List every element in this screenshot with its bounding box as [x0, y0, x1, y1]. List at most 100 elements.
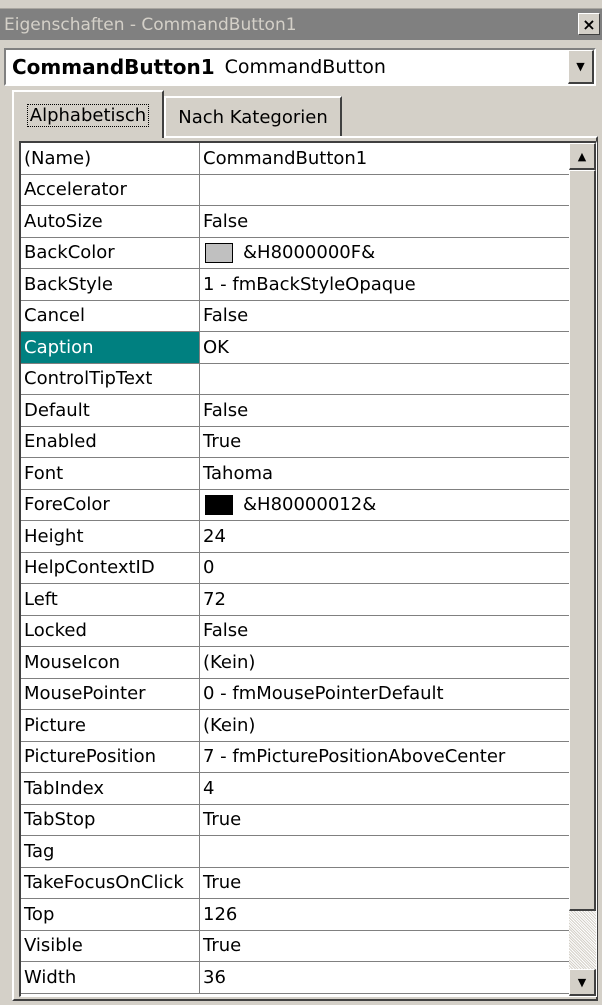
property-value[interactable]: True — [200, 427, 570, 458]
property-value-text: 72 — [203, 588, 226, 610]
property-value[interactable]: 0 — [200, 553, 570, 584]
property-name[interactable]: Cancel — [21, 300, 200, 331]
property-row[interactable]: BackColor &H8000000F& — [21, 237, 570, 269]
object-selector-dropdown-button[interactable]: ▼ — [568, 50, 594, 84]
property-value-text: 4 — [203, 777, 215, 799]
property-value[interactable]: &H80000012& — [200, 490, 570, 521]
property-name[interactable]: (Name) — [21, 143, 200, 174]
title-bar[interactable]: Eigenschaften - CommandButton1 × — [0, 9, 602, 40]
property-row[interactable]: TabStop True — [21, 804, 570, 836]
property-value[interactable]: 0 - fmMousePointerDefault — [200, 679, 570, 710]
property-name[interactable]: Tag — [21, 836, 200, 867]
property-value[interactable]: False — [200, 206, 570, 237]
property-row[interactable]: Width 36 — [21, 962, 570, 994]
property-value[interactable]: 36 — [200, 962, 570, 993]
close-button[interactable]: × — [578, 13, 600, 35]
property-row[interactable]: Cancel False — [21, 300, 570, 332]
property-name[interactable]: HelpContextID — [21, 552, 200, 583]
property-value-text: 36 — [203, 966, 226, 988]
tab-alphabetisch[interactable]: Alphabetisch — [12, 90, 164, 138]
property-row[interactable]: Left 72 — [21, 584, 570, 616]
property-name[interactable]: Enabled — [21, 426, 200, 457]
property-row[interactable]: Accelerator — [21, 174, 570, 206]
property-value[interactable]: False — [200, 301, 570, 332]
scroll-thumb[interactable] — [569, 170, 596, 911]
property-name[interactable]: TabStop — [21, 804, 200, 835]
property-value[interactable]: 7 - fmPicturePositionAboveCenter — [200, 742, 570, 773]
property-value[interactable]: OK — [200, 332, 570, 363]
property-value[interactable]: True — [200, 931, 570, 962]
property-name[interactable]: Picture — [21, 710, 200, 741]
property-name[interactable]: Left — [21, 584, 200, 615]
property-row[interactable]: BackStyle 1 - fmBackStyleOpaque — [21, 269, 570, 301]
property-value[interactable]: 72 — [200, 584, 570, 615]
close-icon: × — [582, 14, 596, 34]
property-row[interactable]: AutoSize False — [21, 206, 570, 238]
property-value-text: CommandButton1 — [203, 147, 368, 169]
property-name[interactable]: MouseIcon — [21, 647, 200, 678]
property-row[interactable]: HelpContextID 0 — [21, 552, 570, 584]
property-name[interactable]: BackStyle — [21, 269, 200, 300]
property-row[interactable]: PicturePosition 7 - fmPicturePositionAbov… — [21, 741, 570, 773]
property-row[interactable]: Caption OK — [21, 332, 570, 364]
property-name[interactable]: TabIndex — [21, 773, 200, 804]
property-value-text: True — [203, 935, 242, 957]
property-value[interactable]: (Kein) — [200, 710, 570, 741]
property-name[interactable]: Top — [21, 899, 200, 930]
property-value[interactable]: False — [200, 616, 570, 647]
vertical-scrollbar[interactable]: ▲ ▼ — [569, 143, 596, 996]
property-name[interactable]: ControlTipText — [21, 363, 200, 394]
property-value[interactable] — [200, 364, 570, 395]
property-row[interactable]: MouseIcon (Kein) — [21, 647, 570, 679]
scroll-down-button[interactable]: ▼ — [569, 969, 596, 996]
property-row[interactable]: Locked False — [21, 615, 570, 647]
property-row[interactable]: Tag — [21, 836, 570, 868]
property-row[interactable]: Enabled True — [21, 426, 570, 458]
property-row[interactable]: ControlTipText — [21, 363, 570, 395]
property-name[interactable]: PicturePosition — [21, 741, 200, 772]
property-row[interactable]: MousePointer 0 - fmMousePointerDefault — [21, 678, 570, 710]
property-row[interactable]: Height 24 — [21, 521, 570, 553]
property-value[interactable]: 4 — [200, 773, 570, 804]
property-name[interactable]: Height — [21, 521, 200, 552]
object-selector[interactable]: CommandButton1 CommandButton ▼ — [4, 48, 596, 86]
property-name[interactable]: Visible — [21, 930, 200, 961]
property-name[interactable]: Width — [21, 962, 200, 993]
property-value-text: 1 - fmBackStyleOpaque — [203, 273, 416, 295]
property-value[interactable]: Tahoma — [200, 458, 570, 489]
property-row[interactable]: (Name) CommandButton1 — [21, 143, 570, 175]
property-row[interactable]: TakeFocusOnClick True — [21, 867, 570, 899]
property-name[interactable]: TakeFocusOnClick — [21, 867, 200, 898]
property-name[interactable]: Font — [21, 458, 200, 489]
property-name[interactable]: MousePointer — [21, 678, 200, 709]
property-name[interactable]: Accelerator — [21, 174, 200, 205]
property-value[interactable]: False — [200, 395, 570, 426]
property-value[interactable]: 126 — [200, 899, 570, 930]
property-row[interactable]: Picture (Kein) — [21, 710, 570, 742]
scroll-track[interactable] — [569, 911, 596, 969]
property-value[interactable]: 1 - fmBackStyleOpaque — [200, 269, 570, 300]
property-name[interactable]: ForeColor — [21, 489, 200, 520]
property-value[interactable] — [200, 836, 570, 867]
property-value[interactable]: True — [200, 868, 570, 899]
property-value[interactable]: True — [200, 805, 570, 836]
property-value[interactable]: 24 — [200, 521, 570, 552]
property-name[interactable]: Caption — [21, 332, 200, 363]
scroll-up-button[interactable]: ▲ — [569, 143, 596, 170]
property-name[interactable]: Locked — [21, 615, 200, 646]
tab-nach-kategorien[interactable]: Nach Kategorien — [164, 96, 342, 136]
property-row[interactable]: Top 126 — [21, 899, 570, 931]
property-row[interactable]: TabIndex 4 — [21, 773, 570, 805]
property-value[interactable]: (Kein) — [200, 647, 570, 678]
property-value[interactable]: &H8000000F& — [200, 238, 570, 269]
property-name[interactable]: Default — [21, 395, 200, 426]
property-row[interactable]: Font Tahoma — [21, 458, 570, 490]
property-value[interactable]: CommandButton1 — [200, 143, 570, 174]
property-row[interactable]: Visible True — [21, 930, 570, 962]
property-name[interactable]: AutoSize — [21, 206, 200, 237]
property-name[interactable]: BackColor — [21, 237, 200, 268]
property-value[interactable] — [200, 175, 570, 206]
property-row[interactable]: Default False — [21, 395, 570, 427]
property-row[interactable]: ForeColor &H80000012& — [21, 489, 570, 521]
color-swatch — [205, 494, 233, 515]
